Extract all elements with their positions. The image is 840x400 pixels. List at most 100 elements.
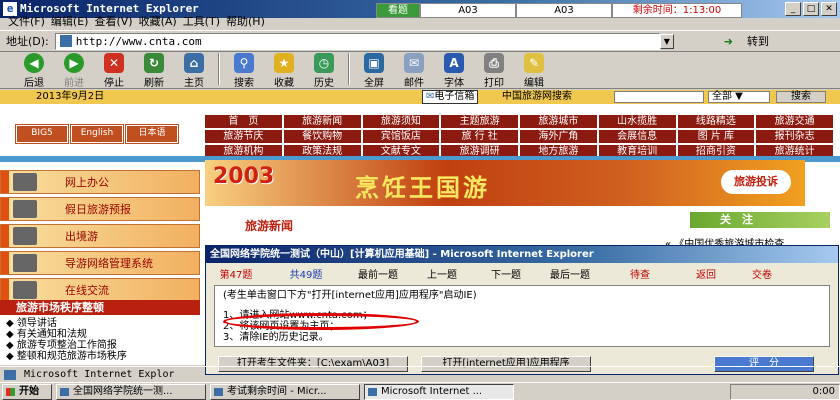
prev-question-button[interactable]: 上一题: [410, 266, 474, 281]
list-item[interactable]: ◆ 整顿和规范旅游市场秩序: [6, 351, 127, 362]
nav-link[interactable]: 首 页: [205, 115, 282, 128]
print-button[interactable]: ⎙ 打印: [474, 53, 514, 89]
nav-link[interactable]: 旅 行 社: [441, 130, 518, 143]
nav-link[interactable]: 宾馆饭店: [362, 130, 440, 143]
home-label: 主页: [184, 78, 204, 89]
nav-link[interactable]: 线路精选: [677, 115, 755, 128]
stop-button[interactable]: ✕ 停止: [94, 53, 134, 89]
nav-link[interactable]: 会展信息: [598, 130, 676, 143]
exam-id-2: A03: [516, 3, 612, 18]
menu-edit[interactable]: 编辑(E): [51, 14, 89, 30]
window-controls: _ □ ✕: [785, 2, 837, 16]
lang-english[interactable]: English: [70, 124, 124, 144]
market-order-banner[interactable]: 旅游市场秩序整顿: [0, 300, 200, 315]
sidebar-item-online-chat[interactable]: 在线交流: [0, 278, 200, 302]
taskbar-item-exam[interactable]: 全国网络学院统一测...: [56, 383, 206, 400]
nav-link[interactable]: 餐饮购物: [283, 130, 361, 143]
email-link[interactable]: ✉电子信箱: [422, 90, 479, 104]
submit-exam-button[interactable]: 交卷: [734, 266, 790, 281]
start-button[interactable]: 开始: [2, 383, 52, 400]
minimize-button[interactable]: _: [785, 2, 801, 16]
list-item[interactable]: ◆ 有关通知和法规: [6, 329, 127, 340]
banner-year: 2003: [213, 164, 275, 189]
sidebar-item-guide-system[interactable]: 导游网络管理系统: [0, 251, 200, 275]
go-arrow-icon[interactable]: ➜: [724, 35, 733, 48]
sidebar-item-online-office[interactable]: 网上办公: [0, 170, 200, 194]
taskbar-item-ie[interactable]: Microsoft Internet ...: [364, 383, 514, 400]
nav-link[interactable]: 主题旅游: [441, 115, 518, 128]
go-button[interactable]: 转到: [747, 33, 769, 49]
address-url: http://www.cnta.com: [75, 34, 202, 48]
nav-link[interactable]: 图 片 库: [677, 130, 755, 143]
nav-link[interactable]: 旅游节庆: [205, 130, 282, 143]
highlight-ellipse: [223, 313, 419, 330]
sidebar: 网上办公 假日旅游预报 出境游 导游网络管理系统 在线交流: [0, 170, 200, 305]
nav-link[interactable]: 海外广角: [520, 130, 597, 143]
forward-label: 前进: [64, 78, 84, 89]
sidebar-item-label: 导游网络管理系统: [65, 257, 153, 270]
nav-row: 首 页旅游新闻 旅游须知 主题旅游 旅游城市 山水揽胜 线路精选 旅游交通: [205, 115, 835, 128]
nav-link[interactable]: 旅游交通: [756, 115, 833, 128]
search-label: 搜索: [234, 78, 254, 89]
favorites-star-icon: ★: [274, 53, 294, 73]
nav-link[interactable]: 旅游新闻: [283, 115, 361, 128]
address-input[interactable]: http://www.cnta.com: [54, 32, 660, 50]
nav-link[interactable]: 山水揽胜: [598, 115, 676, 128]
font-button[interactable]: A 字体: [434, 53, 474, 89]
mark-pending-button[interactable]: 待查: [602, 266, 678, 281]
list-item[interactable]: ◆ 领导讲话: [6, 318, 127, 329]
forward-button[interactable]: ▶ 前进: [54, 53, 94, 89]
back-button[interactable]: ◀ 后退: [14, 53, 54, 89]
lang-japanese[interactable]: 日本语: [125, 124, 179, 144]
favorites-button[interactable]: ★ 收藏: [264, 53, 304, 89]
first-question-button[interactable]: 最前一题: [346, 266, 410, 281]
menu-file[interactable]: 文件(F): [8, 14, 45, 30]
last-question-button[interactable]: 最后一题: [538, 266, 602, 281]
site-search-label: 中国旅游网搜索: [502, 91, 572, 102]
sidebar-item-outbound[interactable]: 出境游: [0, 224, 200, 248]
complaint-badge[interactable]: 旅游投诉: [721, 170, 791, 194]
refresh-button[interactable]: ↻ 刷新: [134, 53, 174, 89]
menu-view[interactable]: 查看(V): [94, 14, 132, 30]
fullscreen-button[interactable]: ▣ 全屏: [354, 53, 394, 89]
edit-label: 编辑: [524, 78, 544, 89]
return-button[interactable]: 返回: [678, 266, 734, 281]
close-button[interactable]: ✕: [821, 2, 837, 16]
mail-button[interactable]: ✉ 邮件: [394, 53, 434, 89]
nav-link[interactable]: 报刊杂志: [756, 130, 833, 143]
page-icon: [59, 35, 72, 47]
menu-tools[interactable]: 工具(T): [183, 14, 220, 30]
print-label: 打印: [484, 78, 504, 89]
list-item[interactable]: ◆ 旅游专项整治工作简报: [6, 340, 127, 351]
exam-dialog: 全国网络学院统一测试（中山）[计算机应用基础] - Microsoft Inte…: [205, 245, 839, 375]
maximize-button[interactable]: □: [803, 2, 819, 16]
exam-view-status: 看题: [376, 3, 420, 18]
site-search-button[interactable]: 搜索: [776, 91, 826, 103]
promo-banner[interactable]: 2003 烹饪王国游 旅游投诉: [205, 160, 805, 206]
taskbar-item-timer[interactable]: 考试剩余时间 - Micr...: [210, 383, 360, 400]
search-scope-select[interactable]: 全部 ▼: [708, 91, 770, 103]
refresh-label: 刷新: [144, 78, 164, 89]
edit-button[interactable]: ✎ 编辑: [514, 53, 554, 89]
menu-help[interactable]: 帮助(H): [226, 14, 265, 30]
menu-favorites[interactable]: 收藏(A): [139, 14, 177, 30]
search-button[interactable]: ⚲ 搜索: [224, 53, 264, 89]
back-label: 后退: [24, 78, 44, 89]
sidebar-item-label: 网上办公: [65, 176, 109, 189]
menu-bar: 文件(F) 编辑(E) 查看(V) 收藏(A) 工具(T) 帮助(H): [0, 14, 376, 30]
nav-link[interactable]: 旅游城市: [520, 115, 597, 128]
address-dropdown-button[interactable]: ▼: [659, 33, 674, 49]
home-button[interactable]: ⌂ 主页: [174, 53, 214, 89]
site-search-input[interactable]: [614, 91, 704, 103]
lang-big5[interactable]: BIG5: [15, 124, 69, 144]
home-icon: ⌂: [184, 53, 204, 73]
sidebar-item-holiday-forecast[interactable]: 假日旅游预报: [0, 197, 200, 221]
nav-link[interactable]: 旅游须知: [362, 115, 440, 128]
history-icon: ◷: [314, 53, 334, 73]
market-news-list: ◆ 领导讲话 ◆ 有关通知和法规 ◆ 旅游专项整治工作简报 ◆ 整顿和规范旅游市…: [6, 318, 127, 362]
history-button[interactable]: ◷ 历史: [304, 53, 344, 89]
system-tray: 0:00: [730, 383, 840, 400]
site-nav-grid: 首 页旅游新闻 旅游须知 主题旅游 旅游城市 山水揽胜 线路精选 旅游交通 旅游节庆 餐饮购物…: [205, 115, 835, 160]
next-question-button[interactable]: 下一题: [474, 266, 538, 281]
question-prefix: 第: [219, 269, 230, 281]
